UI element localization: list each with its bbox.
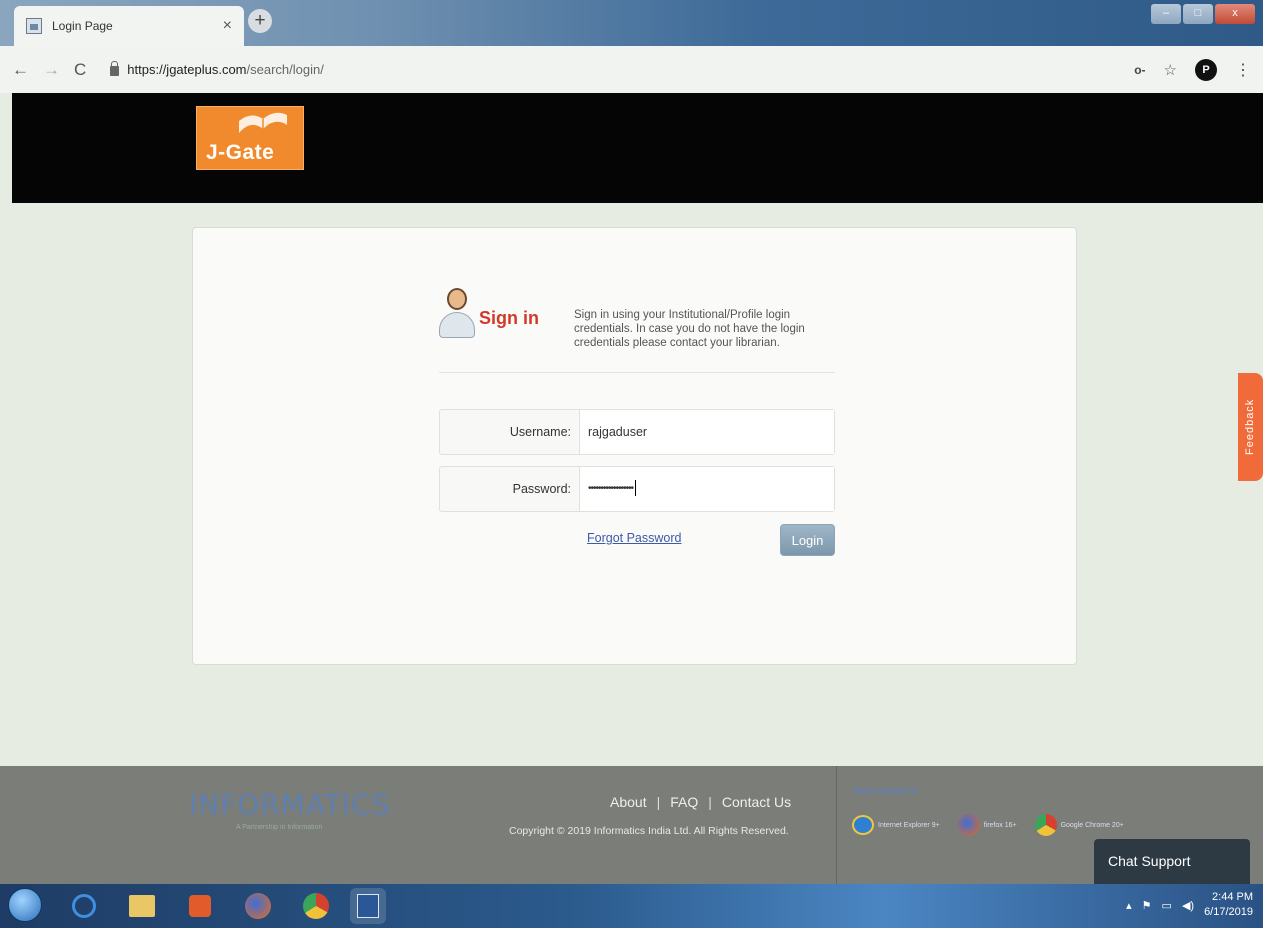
copyright-text: Copyright © 2019 Informatics India Ltd. … [509, 825, 789, 837]
window-controls: – □ x [1151, 4, 1255, 24]
address-bar[interactable]: https://jgateplus.com/search/login/ [100, 61, 1120, 77]
forward-arrow-icon[interactable]: → [43, 60, 60, 80]
close-window-button[interactable]: x [1215, 4, 1255, 24]
signin-description: Sign in using your Institutional/Profile… [574, 309, 805, 349]
browser-firefox: firefox 16+ [957, 814, 1017, 836]
taskbar-firefox-icon[interactable] [240, 888, 276, 924]
footer-divider [836, 766, 837, 884]
browser-tab-strip: Login Page × + – □ x [0, 0, 1263, 46]
site-header: J-Gate [12, 93, 1263, 203]
login-button[interactable]: Login [780, 524, 835, 556]
password-label: Password: [440, 467, 580, 511]
informatics-tagline: A Partnership in Information [236, 824, 323, 831]
taskbar-media-player-icon[interactable] [182, 888, 218, 924]
key-icon[interactable]: o- [1134, 63, 1145, 77]
site-footer: INFORMATICS A Partnership in Information… [0, 766, 1263, 884]
system-tray: ▴ ⚑ ▭ ◀) 2:44 PM 6/17/2019 [1126, 890, 1253, 920]
taskbar-ie-icon[interactable] [66, 888, 102, 924]
browser-toolbar: ← → C https://jgateplus.com/search/login… [0, 46, 1263, 93]
logo-text: J-Gate [206, 141, 275, 164]
username-input[interactable] [580, 410, 834, 454]
url-host: https://jgateplus.com [127, 62, 247, 77]
browser-name: Google Chrome 20+ [1060, 821, 1124, 829]
password-input[interactable]: •••••••••••••••••• [580, 467, 834, 511]
tab-title: Login Page [52, 19, 113, 33]
password-row: Password: •••••••••••••••••• [439, 466, 835, 512]
divider [439, 372, 835, 373]
best-viewed-label: Best viewed in [854, 786, 919, 797]
link-separator: | [708, 794, 712, 810]
firefox-icon [957, 814, 980, 836]
reload-icon[interactable]: C [74, 60, 86, 80]
new-tab-button[interactable]: + [248, 9, 272, 33]
url-path: /search/login/ [246, 62, 324, 77]
about-link[interactable]: About [610, 794, 647, 810]
lock-icon [110, 61, 120, 76]
browser-ie: Internet Explorer 9+ [852, 815, 940, 835]
user-icon [437, 286, 477, 342]
informatics-logo[interactable]: INFORMATICS [189, 788, 391, 821]
page-favicon-icon [26, 18, 42, 34]
link-separator: | [656, 794, 661, 810]
username-label: Username: [440, 410, 580, 454]
login-card: Sign in Sign in using your Institutional… [192, 227, 1077, 665]
maximize-button[interactable]: □ [1183, 4, 1213, 24]
signin-title: Sign in [479, 307, 539, 328]
faq-link[interactable]: FAQ [670, 794, 698, 810]
footer-links: About | FAQ | Contact Us [610, 794, 791, 810]
taskbar-word-icon[interactable] [350, 888, 386, 924]
chat-support-button[interactable]: Chat Support [1094, 839, 1250, 884]
ie-icon [852, 815, 874, 835]
start-button-icon[interactable] [8, 888, 42, 922]
forgot-password-link[interactable]: Forgot Password [587, 531, 681, 545]
feedback-tab[interactable]: Feedback [1238, 373, 1263, 481]
clock-date: 6/17/2019 [1204, 906, 1253, 918]
supported-browsers: Internet Explorer 9+ firefox 16+ Google … [852, 814, 1124, 836]
browser-menu-icon[interactable]: ⋮ [1235, 60, 1251, 80]
chrome-icon [1034, 814, 1057, 836]
browser-name: firefox 16+ [983, 821, 1017, 829]
clock-time: 2:44 PM [1212, 891, 1253, 903]
taskbar-chrome-icon[interactable] [298, 888, 334, 924]
signin-heading: Sign in [437, 286, 539, 342]
minimize-button[interactable]: – [1151, 4, 1181, 24]
network-icon[interactable]: ▭ [1162, 899, 1172, 912]
contact-us-link[interactable]: Contact Us [722, 794, 791, 810]
windows-taskbar: ▴ ⚑ ▭ ◀) 2:44 PM 6/17/2019 [0, 884, 1263, 928]
browser-name: Internet Explorer 9+ [878, 821, 940, 829]
username-row: Username: [439, 409, 835, 455]
taskbar-explorer-icon[interactable] [124, 888, 160, 924]
browser-chrome: Google Chrome 20+ [1034, 814, 1124, 836]
clock[interactable]: 2:44 PM 6/17/2019 [1204, 890, 1253, 920]
volume-icon[interactable]: ◀) [1182, 899, 1194, 912]
profile-avatar[interactable]: P [1195, 58, 1217, 81]
back-arrow-icon[interactable]: ← [12, 60, 29, 80]
jgate-logo[interactable]: J-Gate [196, 106, 304, 170]
tab-close-icon[interactable]: × [223, 17, 232, 35]
browser-right-tools: o- ☆ P ⋮ [1134, 58, 1251, 81]
flag-icon[interactable]: ⚑ [1142, 899, 1152, 912]
open-book-icon [239, 112, 287, 133]
tray-expand-icon[interactable]: ▴ [1126, 899, 1132, 912]
bookmark-star-icon[interactable]: ☆ [1164, 61, 1177, 79]
browser-tab[interactable]: Login Page × [14, 6, 244, 46]
